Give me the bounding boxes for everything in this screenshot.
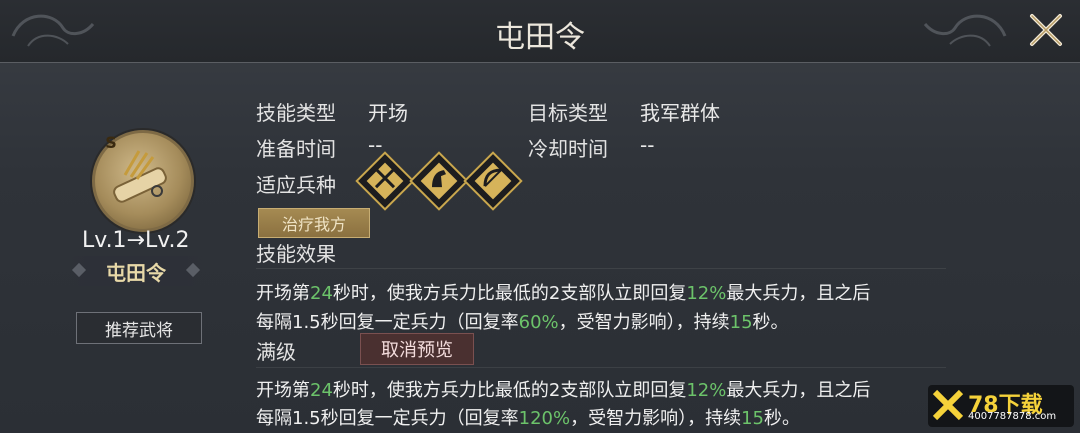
recommend-generals-button[interactable]: 推荐武将 [76, 312, 202, 344]
cancel-preview-button[interactable]: 取消预览 [360, 333, 474, 365]
level-text: Lv.1→Lv.2 [82, 228, 190, 253]
troop-type-label: 适应兵种 [256, 173, 336, 197]
effect-text: 秒时，使我方兵力比最低的2支部队立即回复 [332, 380, 687, 401]
skill-effect-label: 技能效果 [256, 242, 336, 266]
effect-text: ，受智力影响），持续 [570, 408, 742, 429]
watermark-url: 4007787878.com [968, 411, 1057, 422]
heal-ally-tag: 治疗我方 [258, 208, 370, 238]
effect-line-2: 每隔1.5秒回复一定兵力（回复率60%，受智力影响），持续15秒。 [256, 308, 789, 334]
effect-line-1: 开场第24秒时，使我方兵力比最低的2支部队立即回复12%最大兵力，且之后 [256, 279, 870, 305]
watermark-x-icon [932, 389, 964, 421]
diamond-ornament-icon [71, 262, 87, 278]
page-title: 屯田令 [495, 20, 585, 55]
max-effect-line-2: 每隔1.5秒回复一定兵力（回复率120%，受智力影响），持续15秒。 [256, 404, 800, 430]
highlight-value: 15 [729, 312, 753, 333]
max-effect-line-1: 开场第24秒时，使我方兵力比最低的2支部队立即回复12%最大兵力，且之后 [256, 376, 870, 402]
cooldown-label: 冷却时间 [528, 137, 608, 161]
effect-text: 每隔1.5秒回复一定兵力（回复率 [256, 408, 519, 429]
effect-text: 开场第 [256, 380, 310, 401]
skill-type-label: 技能类型 [256, 101, 336, 125]
effect-text: 最大兵力，且之后 [726, 380, 871, 401]
effect-text: 开场第 [256, 283, 310, 304]
spear-icon [355, 151, 415, 211]
cavalry-icon [409, 151, 469, 211]
name-plate: 屯田令 [70, 256, 202, 286]
prep-time-value: -- [368, 133, 383, 157]
close-icon [1030, 14, 1062, 46]
highlight-value: 12% [686, 380, 727, 401]
highlight-value: 24 [310, 283, 333, 304]
close-button[interactable] [1026, 10, 1066, 50]
cloud-ornament-icon [923, 14, 1007, 47]
cooldown-value: -- [640, 133, 655, 157]
prep-time-label: 准备时间 [256, 137, 336, 161]
effect-text: 每隔1.5秒回复一定兵力（回复率 [256, 312, 519, 333]
effect-text: 秒。 [752, 312, 789, 333]
diamond-ornament-icon [185, 262, 201, 278]
title-bar: 屯田令 [0, 0, 1080, 63]
divider [256, 268, 946, 269]
highlight-value: 120% [518, 408, 571, 429]
max-level-label: 满级 [256, 340, 296, 364]
watermark-logo: 78下载 4007787878.com [928, 385, 1074, 427]
skill-name: 屯田令 [106, 260, 166, 285]
divider [256, 367, 946, 368]
effect-text: ，受智力影响），持续 [558, 312, 730, 333]
bow-icon [463, 151, 523, 211]
target-type-label: 目标类型 [528, 101, 608, 125]
effect-text: 秒时，使我方兵力比最低的2支部队立即回复 [332, 283, 687, 304]
highlight-value: 24 [310, 380, 333, 401]
effect-text: 秒。 [764, 408, 800, 429]
target-type-value: 我军群体 [640, 101, 720, 125]
highlight-value: 60% [518, 312, 559, 333]
effect-text: 最大兵力，且之后 [726, 283, 871, 304]
highlight-value: 15 [741, 408, 764, 429]
skill-type-value: 开场 [368, 101, 408, 125]
grade-badge: S [105, 133, 117, 152]
highlight-value: 12% [686, 283, 727, 304]
